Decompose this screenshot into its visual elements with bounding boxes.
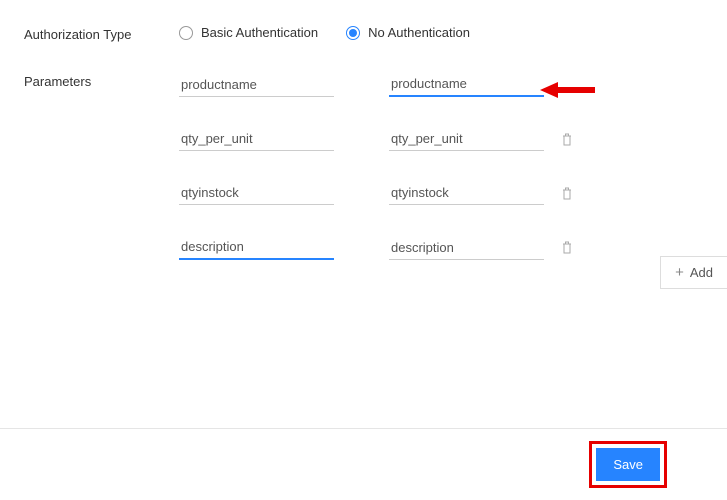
add-button-label: Add — [690, 265, 713, 280]
authorization-type-row: Authorization Type Basic Authentication … — [24, 25, 727, 42]
save-button[interactable]: Save — [596, 448, 660, 481]
parameters-rows — [179, 72, 589, 260]
radio-none-label: No Authentication — [368, 25, 470, 40]
delete-icon[interactable] — [544, 241, 589, 254]
save-highlight: Save — [589, 441, 667, 488]
param-value-input[interactable] — [389, 181, 544, 205]
radio-circle-icon — [346, 26, 360, 40]
radio-circle-icon — [179, 26, 193, 40]
param-row — [179, 181, 589, 205]
param-key-input[interactable] — [179, 127, 334, 151]
param-value-input[interactable] — [389, 127, 544, 151]
delete-icon[interactable] — [544, 133, 589, 146]
arrow-annotation-icon — [540, 81, 595, 99]
auth-radio-group: Basic Authentication No Authentication — [179, 25, 470, 40]
param-key-input[interactable] — [179, 181, 334, 205]
param-key-input[interactable] — [179, 73, 334, 97]
param-row — [179, 127, 589, 151]
plus-icon: + — [675, 265, 684, 280]
delete-icon[interactable] — [544, 187, 589, 200]
param-row — [179, 235, 589, 260]
param-value-input[interactable] — [389, 236, 544, 260]
radio-basic-authentication[interactable]: Basic Authentication — [179, 25, 318, 40]
param-row — [179, 72, 589, 97]
param-value-input[interactable] — [389, 72, 544, 97]
add-button[interactable]: + Add — [660, 256, 727, 289]
parameters-label: Parameters — [24, 72, 179, 260]
radio-no-authentication[interactable]: No Authentication — [346, 25, 470, 40]
param-key-input[interactable] — [179, 235, 334, 260]
footer: Save — [0, 428, 727, 500]
radio-basic-label: Basic Authentication — [201, 25, 318, 40]
authorization-type-label: Authorization Type — [24, 25, 179, 42]
